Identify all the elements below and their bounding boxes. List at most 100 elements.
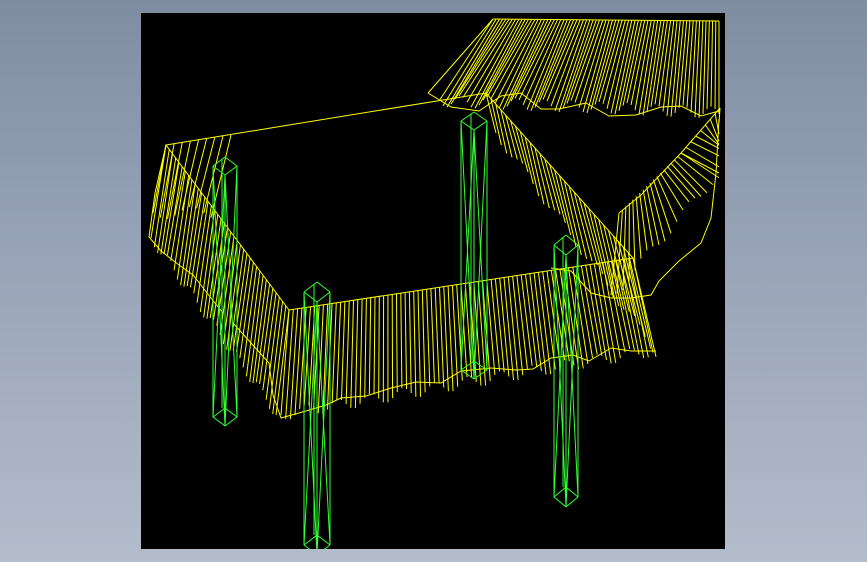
drape-fold-line bbox=[670, 162, 702, 197]
leg-edge bbox=[565, 496, 579, 508]
cloth-fold-line bbox=[272, 305, 287, 415]
cloth-fold-line bbox=[507, 276, 519, 380]
cloth-front-hem bbox=[232, 322, 656, 419]
drape-fold-line bbox=[442, 18, 497, 107]
leg-edge bbox=[303, 291, 318, 303]
cloth-fold-line bbox=[400, 293, 403, 389]
cloth-fold-line bbox=[408, 291, 412, 394]
cloth-fold-line bbox=[490, 279, 501, 372]
cloth-fold-line bbox=[451, 285, 459, 387]
drape-fold-line bbox=[650, 20, 665, 107]
drape-fold-line bbox=[702, 20, 707, 115]
drape-left-edge bbox=[427, 18, 494, 94]
drape-fold-line bbox=[678, 20, 688, 108]
leg-edge bbox=[460, 111, 475, 122]
cloth-fold-line bbox=[499, 278, 510, 377]
drape-fold-line bbox=[526, 19, 565, 110]
cloth-fold-line bbox=[336, 302, 342, 400]
cloth-fold-line bbox=[434, 287, 440, 384]
cloth-fold-line bbox=[170, 170, 186, 262]
cloth-fold-line bbox=[259, 288, 274, 385]
leg-edge bbox=[303, 281, 318, 293]
cloth-fold-line bbox=[210, 134, 232, 218]
cloth-fold-line bbox=[520, 274, 533, 366]
cloth-fold-line bbox=[368, 297, 372, 394]
cloth-fold-line bbox=[516, 275, 528, 370]
leg-edge bbox=[553, 496, 567, 508]
drape-fold-line bbox=[454, 18, 507, 100]
drape-fold-line bbox=[710, 20, 714, 107]
cloth-fold-line bbox=[494, 278, 505, 373]
cloth-fold-line bbox=[421, 289, 426, 393]
drape-fold-line bbox=[704, 124, 720, 145]
leg-edge bbox=[473, 111, 488, 122]
leg-edge bbox=[323, 544, 331, 549]
leg-edge bbox=[224, 407, 238, 418]
cloth-fold-line bbox=[589, 264, 607, 361]
cloth-fold-line bbox=[439, 287, 445, 388]
drape-fold-line bbox=[538, 19, 575, 103]
drape-fold-line bbox=[630, 20, 649, 106]
cloth-fold-line bbox=[188, 138, 208, 208]
drape-fold-line bbox=[682, 20, 691, 106]
drape-fold-line bbox=[635, 196, 642, 259]
leg-edge bbox=[460, 369, 475, 380]
cloth-fold-line bbox=[226, 244, 241, 350]
leg-edge bbox=[553, 234, 567, 246]
cloth-fold-line bbox=[340, 301, 346, 401]
cloth-fold-line bbox=[512, 276, 524, 376]
cloth-fold-line bbox=[477, 281, 487, 386]
cloth-fold-line bbox=[189, 197, 206, 288]
cloth-fold-line bbox=[378, 296, 380, 399]
cloth-fold-line bbox=[289, 308, 299, 420]
cloth-fold-line bbox=[359, 298, 363, 404]
drape-fold-line bbox=[690, 141, 720, 157]
leg-edge bbox=[316, 291, 331, 303]
cloth-fold-line bbox=[196, 205, 212, 303]
leg-edge bbox=[224, 416, 238, 427]
cloth-fold-line bbox=[331, 302, 337, 404]
cloth-fold-line bbox=[236, 257, 251, 352]
cloth-fold-line bbox=[354, 299, 359, 409]
drape-fold-line bbox=[706, 20, 710, 110]
cloth-fold-line bbox=[350, 300, 354, 408]
drape-fold-line bbox=[698, 20, 704, 118]
leg-edge bbox=[553, 244, 567, 256]
leg-edge bbox=[565, 234, 579, 246]
leg-edge bbox=[224, 165, 238, 176]
cloth-fold-line bbox=[199, 210, 216, 312]
leg-edge bbox=[316, 534, 331, 546]
cloth-fold-line bbox=[413, 291, 417, 397]
drape-fold-line bbox=[666, 166, 696, 199]
leg-edge bbox=[460, 120, 475, 131]
cloth-fold-line bbox=[404, 292, 408, 389]
leg-edge bbox=[212, 407, 226, 418]
cloth-fold-line bbox=[443, 286, 449, 392]
table-leg bbox=[303, 281, 331, 549]
cloth-fold-line bbox=[252, 279, 267, 384]
leg-edge bbox=[473, 120, 488, 131]
cloth-fold-line bbox=[447, 285, 454, 392]
leg-edge bbox=[212, 416, 226, 427]
drape-fold-line bbox=[634, 20, 652, 111]
cloth-fold-line bbox=[152, 144, 167, 214]
leg-edge bbox=[565, 486, 579, 498]
leg-edge bbox=[303, 544, 311, 549]
leg-edge bbox=[460, 360, 475, 371]
background-drape-wireframe bbox=[427, 18, 721, 299]
cloth-fold-line bbox=[426, 289, 431, 387]
drape-fold-line bbox=[498, 19, 542, 109]
table-leg bbox=[212, 156, 238, 427]
cloth-fold-line bbox=[245, 270, 261, 377]
cloth-fold-line bbox=[430, 288, 435, 383]
cloth-fold-line bbox=[585, 265, 603, 356]
leg-edge bbox=[224, 156, 238, 167]
drape-lower-edge bbox=[618, 107, 721, 214]
drape-lower-hem bbox=[550, 118, 720, 299]
tablecloth-hatch-lines bbox=[150, 92, 657, 420]
cloth-fold-line bbox=[503, 277, 514, 381]
drape-fold-line bbox=[642, 189, 654, 247]
drape-fold-line bbox=[462, 18, 513, 98]
cad-viewport[interactable] bbox=[141, 13, 725, 549]
leg-edge bbox=[553, 486, 567, 498]
